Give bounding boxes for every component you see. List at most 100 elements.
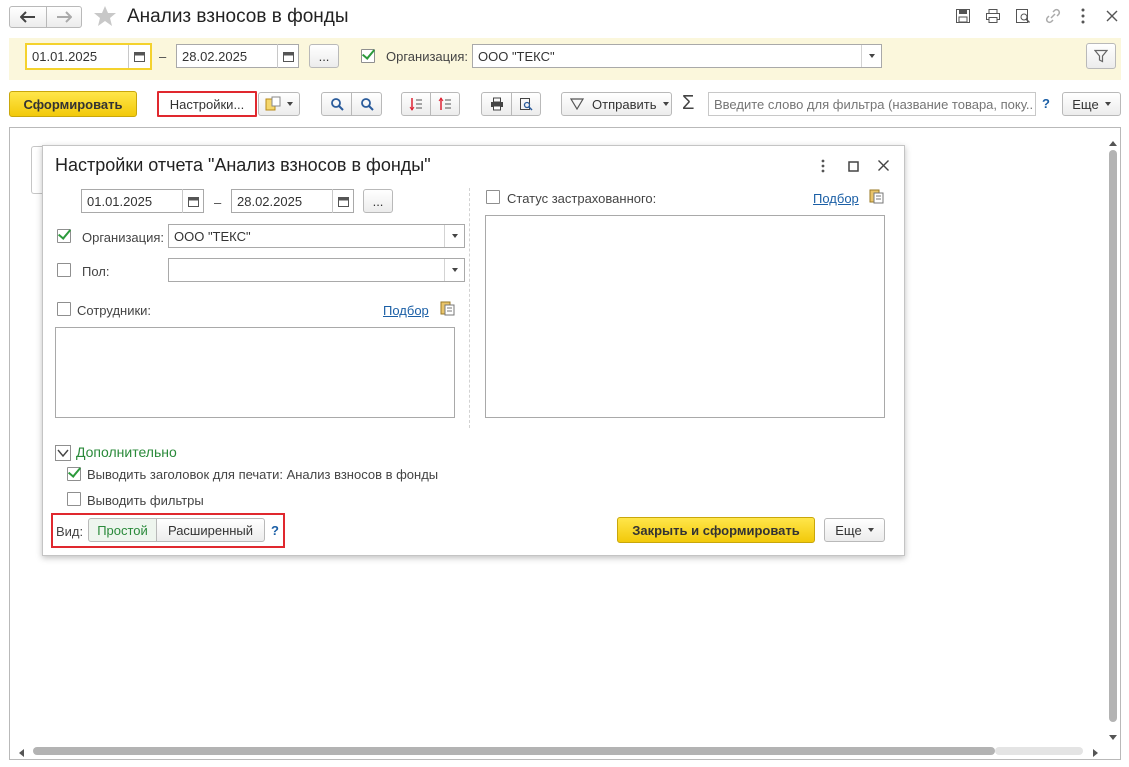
paste-list-icon[interactable] [869, 188, 884, 204]
more-button[interactable]: Еще [1062, 92, 1121, 116]
chevron-down-icon [867, 528, 874, 532]
employees-checkbox[interactable] [57, 302, 71, 316]
status-label: Статус застрахованного: [507, 191, 657, 206]
date-from-value: 01.01.2025 [32, 49, 98, 64]
employees-label: Сотрудники: [77, 303, 152, 318]
date-dash: – [159, 49, 167, 64]
scroll-left-arrow[interactable] [17, 746, 25, 757]
status-pick-link[interactable]: Подбор [813, 191, 859, 206]
chevron-down-icon [451, 234, 458, 238]
dialog-org-field[interactable]: ООО "ТЕКС" [168, 224, 465, 248]
period-select-button[interactable]: ... [309, 44, 339, 68]
date-to-value: 28.02.2025 [182, 48, 248, 64]
variant-button[interactable] [258, 92, 300, 116]
date-to-field[interactable]: 28.02.2025 [176, 44, 299, 68]
close-window-icon[interactable] [1105, 9, 1119, 23]
status-checkbox[interactable] [486, 190, 500, 204]
dialog-date-to-field[interactable]: 28.02.2025 [231, 189, 354, 213]
org-label: Организация: [386, 49, 469, 64]
forward-button[interactable] [46, 6, 82, 28]
calendar-button[interactable] [277, 44, 299, 68]
extra-group-toggle[interactable] [55, 445, 71, 461]
favorite-star-icon[interactable] [93, 5, 117, 27]
horizontal-scrollbar-track[interactable] [995, 747, 1083, 755]
dialog-org-value: ООО "ТЕКС" [174, 228, 251, 244]
arrow-right-icon [57, 11, 72, 23]
search-input[interactable] [708, 92, 1036, 116]
status-list[interactable] [485, 215, 885, 418]
dialog-menu-icon[interactable] [819, 158, 827, 174]
employees-pick-link[interactable]: Подбор [383, 303, 429, 318]
preview-icon [520, 98, 533, 111]
show-filters-checkbox[interactable] [67, 492, 81, 506]
preview-icon[interactable] [1015, 8, 1031, 24]
send-icon [570, 98, 584, 110]
filter-button[interactable] [1086, 43, 1116, 69]
print-icon[interactable] [985, 8, 1001, 24]
column-divider [469, 188, 470, 428]
org-dropdown-button[interactable] [861, 45, 881, 67]
dialog-date-to-value: 28.02.2025 [237, 193, 303, 209]
dialog-date-from-field[interactable]: 01.01.2025 [81, 189, 204, 213]
print-title-checkbox[interactable] [67, 467, 81, 481]
print-button[interactable] [481, 92, 512, 116]
dialog-close-icon[interactable] [877, 159, 890, 172]
funnel-icon [1094, 49, 1108, 63]
print-preview-button[interactable] [511, 92, 541, 116]
scroll-right-arrow[interactable] [1092, 746, 1100, 757]
gender-label: Пол: [82, 264, 110, 279]
menu-dots-icon[interactable] [1079, 7, 1087, 25]
arrow-left-icon [20, 11, 35, 23]
org-checkbox[interactable] [361, 49, 375, 63]
calendar-button[interactable] [182, 189, 204, 213]
dialog-title: Настройки отчета "Анализ взносов в фонды… [55, 155, 431, 175]
paste-list-icon[interactable] [440, 300, 455, 316]
extra-group-title[interactable]: Дополнительно [76, 444, 177, 460]
find-button[interactable] [321, 92, 352, 116]
gender-checkbox[interactable] [57, 263, 71, 277]
org-field[interactable]: ООО "ТЕКС" [472, 44, 882, 68]
view-extended-button[interactable]: Расширенный [156, 518, 265, 542]
generate-button[interactable]: Сформировать [9, 91, 137, 117]
send-button[interactable]: Отправить [561, 92, 672, 116]
scroll-up-arrow[interactable] [1108, 135, 1118, 146]
calendar-icon [134, 52, 145, 62]
dialog-more-button[interactable]: Еще [824, 518, 885, 542]
org-value: ООО "ТЕКС" [478, 48, 555, 64]
back-button[interactable] [9, 6, 47, 28]
view-help-link[interactable]: ? [271, 523, 279, 538]
help-link[interactable]: ? [1042, 96, 1050, 111]
settings-button[interactable]: Настройки... [157, 91, 257, 117]
org-dropdown-button[interactable] [444, 225, 464, 247]
dialog-org-checkbox[interactable] [57, 229, 71, 243]
maximize-icon[interactable] [848, 160, 859, 172]
horizontal-scrollbar-thumb[interactable] [33, 747, 995, 755]
chevron-down-icon [451, 268, 458, 272]
scroll-down-arrow[interactable] [1108, 730, 1118, 740]
find-next-button[interactable] [351, 92, 382, 116]
dialog-period-button[interactable]: ... [363, 189, 393, 213]
dialog-date-from-value: 01.01.2025 [87, 193, 153, 209]
send-label: Отправить [592, 96, 657, 112]
view-simple-button[interactable]: Простой [88, 518, 157, 542]
chevron-down-icon [663, 102, 670, 106]
employees-list[interactable] [55, 327, 455, 418]
gender-dropdown-button[interactable] [444, 259, 464, 281]
expand-groups-button[interactable] [401, 92, 431, 116]
gender-field[interactable] [168, 258, 465, 282]
save-icon[interactable] [955, 8, 971, 24]
collapse-groups-icon [438, 97, 451, 110]
close-and-generate-button[interactable]: Закрыть и сформировать [617, 517, 815, 543]
calendar-button[interactable] [332, 189, 354, 213]
date-from-field[interactable]: 01.01.2025 [25, 43, 152, 70]
vertical-scrollbar-thumb[interactable] [1109, 150, 1117, 722]
calendar-button[interactable] [128, 45, 150, 68]
print-title-label: Выводить заголовок для печати: Анализ вз… [87, 467, 439, 482]
sum-button[interactable]: Σ [682, 92, 694, 115]
search-icon [330, 98, 344, 111]
link-icon[interactable] [1045, 8, 1061, 24]
collapse-groups-button[interactable] [430, 92, 460, 116]
search-next-icon [360, 98, 374, 111]
more-label: Еще [1072, 96, 1099, 112]
report-variant-icon [265, 96, 281, 111]
